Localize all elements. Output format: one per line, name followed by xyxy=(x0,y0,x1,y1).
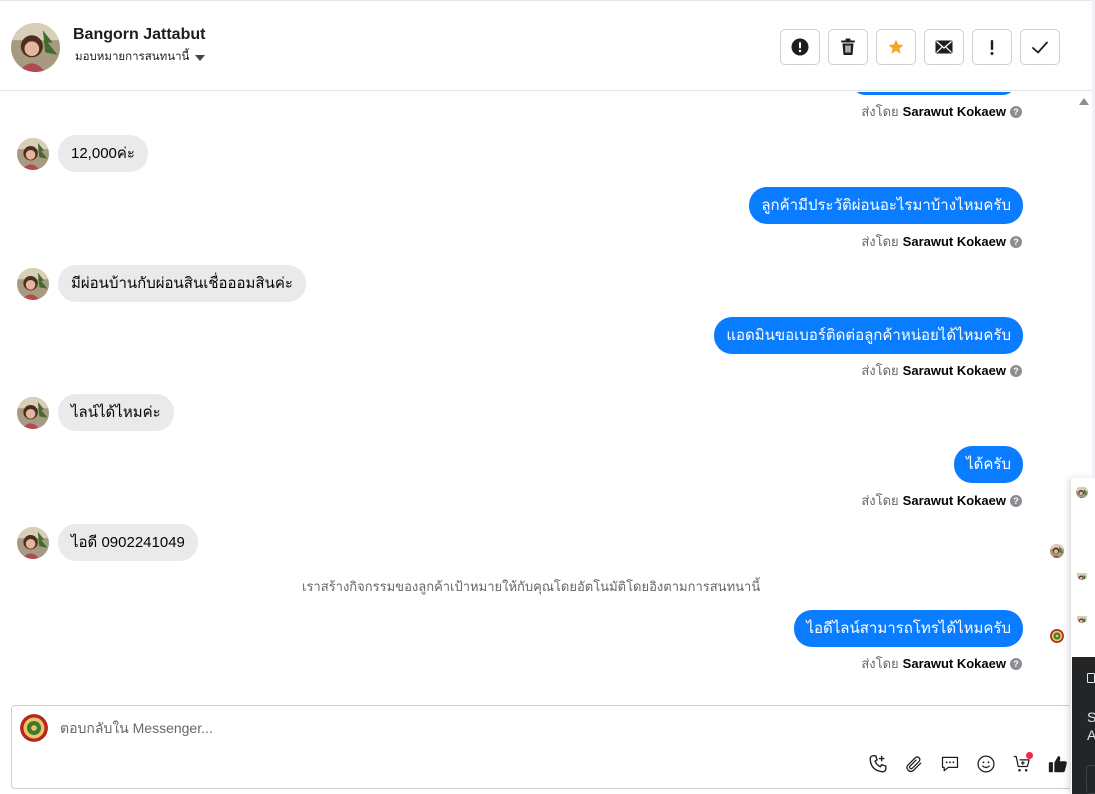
outgoing-message-bubble[interactable]: ไอดีไลน์สามารถโทรได้ไหมครับ xyxy=(794,610,1023,647)
system-activity-note: เราสร้างกิจกรรมของลูกค้าเป้าหมายให้กับคุ… xyxy=(302,579,761,594)
sent-by-label: ส่งโดย Sarawut Kokaew ? xyxy=(861,490,1022,511)
seen-receipt-avatar xyxy=(1050,544,1064,558)
outgoing-message-bubble[interactable]: ได้ครับ xyxy=(954,446,1023,483)
conversation-toolbar xyxy=(780,29,1060,65)
trash-icon xyxy=(841,38,855,55)
mark-unread-button[interactable] xyxy=(924,29,964,65)
contact-avatar-image xyxy=(11,23,60,72)
incoming-message-bubble[interactable]: ไอดี 0902241049 xyxy=(58,524,198,561)
outgoing-message-bubble[interactable]: ลูกค้ามีประวัติผ่อนอะไรมาบ้างไหมครับ xyxy=(749,187,1023,224)
exclamation-icon xyxy=(990,40,994,55)
incoming-message-bubble[interactable]: มีผ่อนบ้านกับผ่อนสินเชื่อออมสินค่ะ xyxy=(58,265,306,302)
envelope-icon xyxy=(935,40,953,54)
attach-file-button[interactable] xyxy=(902,752,926,776)
contact-avatar-small xyxy=(17,138,49,170)
sender-page-avatar xyxy=(1050,629,1064,643)
page-avatar xyxy=(20,714,48,742)
help-icon[interactable]: ? xyxy=(1010,235,1022,248)
assign-conversation-dropdown[interactable]: มอบหมายการสนทนานี้ xyxy=(75,48,206,66)
sent-by-agent-name[interactable]: Sarawut Kokaew xyxy=(903,656,1006,671)
outgoing-message-bubble-partial xyxy=(852,92,1016,95)
sent-by-label: ส่งโดย Sarawut Kokaew ? xyxy=(861,101,1022,122)
outgoing-message-bubble[interactable]: แอดมินขอเบอร์ติดต่อลูกค้าหน่อยได้ไหมครับ xyxy=(714,317,1023,354)
chat-bubble-icon xyxy=(941,756,959,772)
sent-by-label: ส่งโดย Sarawut Kokaew ? xyxy=(861,653,1022,674)
reply-input[interactable] xyxy=(60,720,760,736)
smiley-icon xyxy=(977,755,995,773)
list-avatar xyxy=(1076,486,1088,498)
popup-button[interactable] xyxy=(1086,765,1095,794)
help-icon[interactable]: ? xyxy=(1010,105,1022,118)
incoming-message-row: ไอดี 0902241049 xyxy=(17,524,198,561)
incoming-message-bubble[interactable]: ไลน์ได้ไหมค่ะ xyxy=(58,394,174,431)
list-avatar xyxy=(1077,570,1087,580)
phone-plus-icon xyxy=(869,755,887,773)
sent-by-label: ส่งโดย Sarawut Kokaew ? xyxy=(861,231,1022,252)
star-button[interactable] xyxy=(876,29,916,65)
saved-replies-button[interactable] xyxy=(938,752,962,776)
sent-by-agent-name[interactable]: Sarawut Kokaew xyxy=(903,104,1006,119)
popup-text-line-2: A xyxy=(1087,727,1095,743)
assign-conversation-label: มอบหมายการสนทนานี้ xyxy=(75,51,190,63)
sent-by-prefix: ส่งโดย xyxy=(861,363,899,378)
incoming-message-bubble[interactable]: 12,000ค่ะ xyxy=(58,135,148,172)
contact-name[interactable]: Bangorn Jattabut xyxy=(73,26,205,44)
sent-by-label: ส่งโดย Sarawut Kokaew ? xyxy=(861,360,1022,381)
sent-by-prefix: ส่งโดย xyxy=(861,104,899,119)
thumbs-up-icon xyxy=(1048,756,1067,773)
sent-by-agent-name[interactable]: Sarawut Kokaew xyxy=(903,493,1006,508)
contact-avatar-small xyxy=(17,397,49,429)
notification-dot xyxy=(1026,752,1033,759)
sent-by-prefix: ส่งโดย xyxy=(861,493,899,508)
call-button[interactable] xyxy=(866,752,890,776)
paperclip-icon xyxy=(906,756,922,773)
star-icon xyxy=(888,39,904,54)
help-icon[interactable]: ? xyxy=(1010,364,1022,377)
conversation-header: Bangorn Jattabut มอบหมายการสนทนานี้ xyxy=(0,0,1092,91)
mark-done-button[interactable] xyxy=(1020,29,1060,65)
help-icon[interactable]: ? xyxy=(1010,494,1022,507)
reply-composer xyxy=(11,705,1073,789)
contact-avatar-small xyxy=(17,268,49,300)
incoming-message-row: มีผ่อนบ้านกับผ่อนสินเชื่อออมสินค่ะ xyxy=(17,265,306,302)
help-icon[interactable]: ? xyxy=(1010,657,1022,670)
calendar-icon xyxy=(1087,673,1095,683)
composer-toolbar xyxy=(866,752,1070,776)
message-thread[interactable]: ส่งโดย Sarawut Kokaew ? 12,000ค่ะ ลูกค้า… xyxy=(0,92,1070,704)
popup-text-line-1: S xyxy=(1087,709,1095,725)
delete-button[interactable] xyxy=(828,29,868,65)
alert-circle-icon xyxy=(791,38,809,56)
like-button[interactable] xyxy=(1046,752,1070,776)
incoming-message-row: ไลน์ได้ไหมค่ะ xyxy=(17,394,174,431)
contact-avatar-small xyxy=(17,527,49,559)
shop-cart-button[interactable] xyxy=(1010,752,1034,776)
list-avatar xyxy=(1077,613,1087,623)
sent-by-agent-name[interactable]: Sarawut Kokaew xyxy=(903,363,1006,378)
mark-spam-button[interactable] xyxy=(780,29,820,65)
follow-up-button[interactable] xyxy=(972,29,1012,65)
incoming-message-row: 12,000ค่ะ xyxy=(17,135,148,172)
sent-by-prefix: ส่งโดย xyxy=(861,656,899,671)
check-icon xyxy=(1032,41,1048,53)
dark-popup-card: S A xyxy=(1072,657,1095,794)
emoji-button[interactable] xyxy=(974,752,998,776)
sent-by-agent-name[interactable]: Sarawut Kokaew xyxy=(903,234,1006,249)
sent-by-prefix: ส่งโดย xyxy=(861,234,899,249)
caret-down-icon xyxy=(195,54,206,61)
contact-avatar[interactable] xyxy=(11,23,60,72)
scroll-up-arrow-icon[interactable] xyxy=(1079,98,1089,105)
